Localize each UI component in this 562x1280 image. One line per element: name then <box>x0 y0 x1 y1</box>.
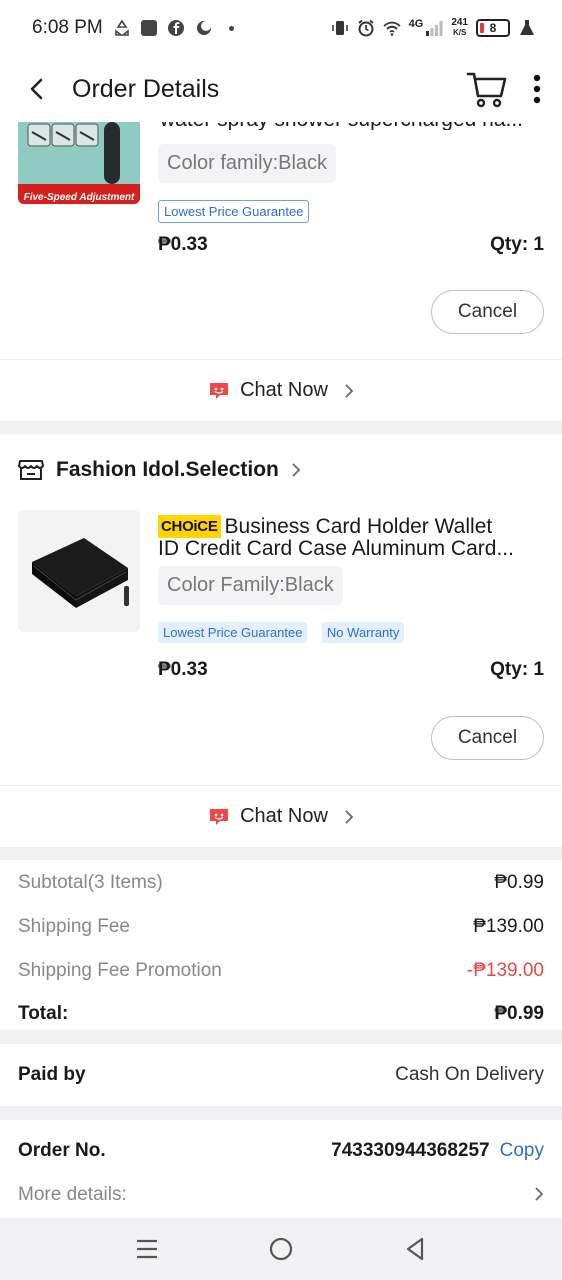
product-qty: Qty: 1 <box>490 659 544 680</box>
battery-icon: 8 <box>476 19 510 37</box>
system-nav-bar <box>0 1218 562 1280</box>
order-item-card-1: Five-Speed Adjustment water spray shower… <box>0 122 562 421</box>
total-row: Total: ₱0.99 <box>18 1003 544 1025</box>
store-name: Fashion Idol.Selection <box>56 458 279 481</box>
paid-by-row: Paid by Cash On Delivery <box>18 1064 544 1086</box>
battery-level: 8 <box>489 21 497 35</box>
tag-no-warranty: No Warranty <box>321 622 405 643</box>
app-header: Order Details <box>0 56 562 122</box>
shipping-fee-label: Shipping Fee <box>18 916 130 937</box>
chat-icon <box>210 382 229 399</box>
order-item-card-2: Fashion Idol.Selection CHOiCE Business Ca… <box>0 434 562 847</box>
product-thumbnail[interactable]: Five-Speed Adjustment <box>18 122 140 204</box>
order-info-card: Order No. 743330944368257 Copy More deta… <box>0 1120 562 1218</box>
net-speed: 241 K/S <box>451 18 468 38</box>
copy-button[interactable]: Copy <box>500 1140 544 1162</box>
thumbnail-caption: Five-Speed Adjustment <box>23 192 135 203</box>
menu-lines-icon <box>137 1239 157 1259</box>
status-time: 6:08 PM <box>32 17 103 38</box>
cart-button[interactable] <box>466 70 508 108</box>
chat-icon <box>210 808 229 825</box>
product-qty: Qty: 1 <box>490 234 544 255</box>
wifi-icon <box>383 21 401 36</box>
order-number-row: Order No. 743330944368257 Copy <box>18 1140 544 1162</box>
product-price: ₱0.33 <box>158 234 208 255</box>
total-value: ₱0.99 <box>494 1003 544 1024</box>
recent-apps-button[interactable] <box>127 1229 167 1269</box>
back-triangle-icon <box>406 1237 424 1261</box>
cart-icon <box>466 72 507 108</box>
payment-card: Paid by Cash On Delivery <box>0 1044 562 1106</box>
network-type: 4G <box>408 18 424 30</box>
product-title-line: water spray shower supercharged ha... <box>160 122 544 130</box>
signal-icon <box>426 21 443 36</box>
store-header[interactable]: Fashion Idol.Selection <box>18 458 301 482</box>
net-speed-unit: K/S <box>452 28 467 37</box>
product-title[interactable]: CHOiCE Business Card Holder Wallet ID Cre… <box>158 515 544 559</box>
paid-by-label: Paid by <box>18 1064 86 1085</box>
product-tags: Lowest Price Guarantee <box>158 200 319 223</box>
alarm-icon <box>358 19 374 37</box>
order-number-value: 743330944368257 <box>331 1140 490 1161</box>
product-variant: Color family:Black <box>158 144 337 183</box>
more-vertical-icon <box>533 74 541 104</box>
back-arrow-icon <box>30 78 43 100</box>
product-title[interactable]: water spray shower supercharged ha... <box>160 122 544 133</box>
product-title-line-2: ID Credit Card Case Aluminum Card... <box>158 538 514 559</box>
chevron-right-icon <box>345 383 354 398</box>
system-back-button[interactable] <box>395 1229 435 1269</box>
total-label: Total: <box>18 1003 69 1024</box>
store-icon <box>18 460 44 480</box>
product-row: Five-Speed Adjustment water spray shower… <box>18 122 544 292</box>
wallet-image <box>18 510 140 632</box>
shipping-promo-value: -₱139.00 <box>466 960 544 981</box>
home-button[interactable] <box>261 1229 301 1269</box>
order-content: Five-Speed Adjustment water spray shower… <box>0 122 562 1218</box>
product-variant: Color Family:Black <box>158 566 343 605</box>
subtotal-row: Subtotal(3 Items) ₱0.99 <box>18 872 544 894</box>
more-menu-button[interactable] <box>532 74 542 104</box>
moon-icon <box>196 21 211 35</box>
product-row: CHOiCE Business Card Holder Wallet ID Cre… <box>18 510 544 680</box>
order-number-label: Order No. <box>18 1140 106 1161</box>
paid-by-value: Cash On Delivery <box>395 1064 544 1085</box>
app-square-icon <box>140 20 157 36</box>
vibrate-icon <box>331 21 348 35</box>
more-details-label: More details: <box>18 1184 127 1205</box>
chat-now-label: Chat Now <box>240 805 328 827</box>
home-circle-icon <box>269 1237 293 1261</box>
more-details-row[interactable]: More details: <box>18 1184 544 1206</box>
subtotal-value: ₱0.99 <box>494 872 544 893</box>
cancel-button[interactable]: Cancel <box>431 290 544 334</box>
subtotal-label: Subtotal(3 Items) <box>18 872 163 893</box>
product-price: ₱0.33 <box>158 659 208 680</box>
flask-icon <box>520 20 534 35</box>
product-title-line-1: CHOiCE Business Card Holder Wallet <box>158 515 544 538</box>
shipping-fee-value: ₱139.00 <box>473 916 544 937</box>
notification-dot-icon <box>228 25 234 31</box>
page-title: Order Details <box>72 74 220 103</box>
net-speed-value: 241 <box>451 17 468 28</box>
chevron-right-icon <box>535 1187 544 1201</box>
cancel-button[interactable]: Cancel <box>431 716 544 760</box>
chat-now-label: Chat Now <box>240 379 328 401</box>
shipping-fee-row: Shipping Fee ₱139.00 <box>18 916 544 938</box>
chevron-right-icon <box>292 463 301 477</box>
chevron-right-icon <box>345 809 354 824</box>
shipping-promo-row: Shipping Fee Promotion -₱139.00 <box>18 960 544 982</box>
recycle-icon <box>114 19 129 36</box>
product-tags: Lowest Price Guarantee No Warranty <box>158 622 414 643</box>
status-bar: 6:08 PM 4G 241 K/S 8 <box>0 0 562 56</box>
facebook-icon <box>167 20 184 36</box>
tag-lowest-price: Lowest Price Guarantee <box>158 200 310 223</box>
product-title-text-1: Business Card Holder Wallet <box>224 515 493 538</box>
tag-lowest-price: Lowest Price Guarantee <box>158 622 308 643</box>
product-thumbnail[interactable] <box>18 510 140 632</box>
shipping-promo-label: Shipping Fee Promotion <box>18 960 222 981</box>
chat-now-button[interactable]: Chat Now <box>0 785 562 847</box>
choice-badge: CHOiCE <box>158 515 221 538</box>
back-button[interactable] <box>20 69 54 109</box>
order-summary: Subtotal(3 Items) ₱0.99 Shipping Fee ₱13… <box>0 860 562 1030</box>
chat-now-button[interactable]: Chat Now <box>0 359 562 421</box>
